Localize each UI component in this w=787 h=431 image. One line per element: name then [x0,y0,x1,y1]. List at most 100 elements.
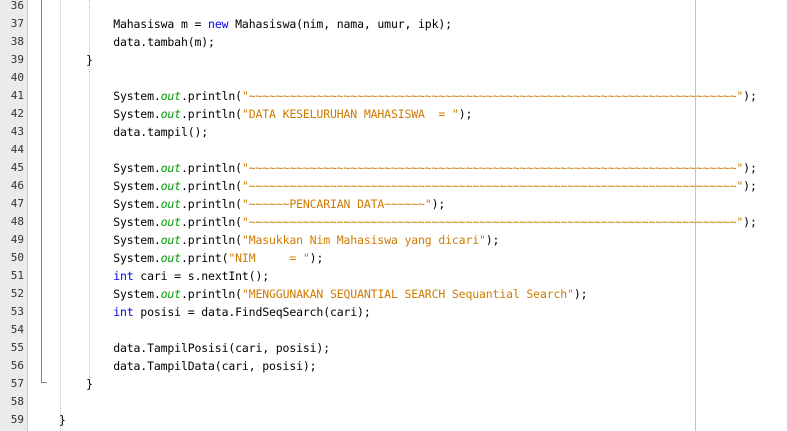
string-token: "MENGGUNAKAN SEQUANTIAL SEARCH Sequantia… [241,287,574,301]
code-line[interactable]: 46 System.out.println("~~~~~~~~~~~~~~~~~… [0,177,787,195]
code-line[interactable]: 59} [0,411,787,429]
code-line[interactable]: 49 System.out.println("Masukkan Nim Maha… [0,231,787,249]
code-token: .println( [180,233,242,247]
field-token: out [160,89,181,103]
code-line[interactable]: 38 data.tambah(m); [0,33,787,51]
code-line[interactable]: 44 [0,141,787,159]
code-line[interactable]: 36 [0,0,787,15]
line-number: 48 [10,215,24,228]
code-token: System. [113,251,161,265]
code-line[interactable]: 40 [0,69,787,87]
code-token: System. [113,233,161,247]
line-number: 41 [10,89,24,102]
string-token: "~~~~~~PENCARIAN DATA~~~~~~" [241,197,432,211]
code-token: } [86,53,93,67]
line-number: 49 [10,233,24,246]
code-lines[interactable]: 36 37 Mahasiswa m = new Mahasiswa(nim, na… [0,0,787,429]
code-line[interactable]: 55 data.TampilPosisi(cari, posisi); [0,339,787,357]
code-token: ); [743,215,757,229]
code-line[interactable]: 42 System.out.println("DATA KESELURUHAN … [0,105,787,123]
line-number: 56 [10,359,24,372]
code-token: System. [113,197,161,211]
line-number: 55 [10,341,24,354]
code-line[interactable]: 57 } [0,375,787,393]
code-line[interactable]: 48 System.out.println("~~~~~~~~~~~~~~~~~… [0,213,787,231]
code-token: System. [113,107,161,121]
string-token: "~~~~~~~~~~~~~~~~~~~~~~~~~~~~~~~~~~~~~~~… [241,179,744,193]
code-token: ); [573,287,588,301]
code-text: Mahasiswa m = new Mahasiswa(nim, nama, u… [59,15,452,33]
code-token: ); [309,251,324,265]
field-token: out [160,287,181,301]
line-number: 39 [10,53,24,66]
code-token: data.tampil(); [113,125,209,139]
code-token: .println( [180,89,242,103]
code-token: data.TampilData(cari, posisi); [113,359,317,373]
code-token: .println( [180,215,242,229]
line-number: 57 [10,377,24,390]
code-token: posisi = data.FindSeqSearch(cari); [133,305,371,319]
code-line[interactable]: 53 int posisi = data.FindSeqSearch(cari)… [0,303,787,321]
field-token: out [160,215,181,229]
code-token: ); [743,89,757,103]
code-text: System.out.println("~~~~~~~~~~~~~~~~~~~~… [59,159,757,177]
keyword-token: int [113,269,134,283]
code-line[interactable]: 52 System.out.println("MENGGUNAKAN SEQUA… [0,285,787,303]
field-token: out [160,197,181,211]
line-number: 51 [10,269,24,282]
keyword-token: int [113,305,134,319]
code-line[interactable]: 45 System.out.println("~~~~~~~~~~~~~~~~~… [0,159,787,177]
code-line[interactable]: 39 } [0,51,787,69]
code-text: System.out.println("DATA KESELURUHAN MAH… [59,105,472,123]
code-line[interactable]: 37 Mahasiswa m = new Mahasiswa(nim, nama… [0,15,787,33]
code-text: System.out.println("Masukkan Nim Mahasis… [59,231,499,249]
field-token: out [160,251,181,265]
code-token: System. [113,89,161,103]
code-line[interactable]: 41 System.out.println("~~~~~~~~~~~~~~~~~… [0,87,787,105]
code-token: Mahasiswa m = [113,17,209,31]
code-line[interactable]: 47 System.out.println("~~~~~~PENCARIAN D… [0,195,787,213]
code-token: data.TampilPosisi(cari, posisi); [113,341,330,355]
code-text: System.out.print("NIM = "); [59,249,323,267]
code-editor[interactable]: 36 37 Mahasiswa m = new Mahasiswa(nim, na… [0,0,787,431]
code-line[interactable]: 50 System.out.print("NIM = "); [0,249,787,267]
string-token: "Masukkan Nim Mahasiswa yang dicari" [241,233,486,247]
field-token: out [160,107,181,121]
code-text: System.out.println("~~~~~~~~~~~~~~~~~~~~… [59,87,757,105]
code-text: System.out.println("~~~~~~PENCARIAN DATA… [59,195,445,213]
line-number: 44 [10,143,24,156]
line-number: 43 [10,125,24,138]
code-token: ); [743,161,757,175]
code-line[interactable]: 54 [0,321,787,339]
line-number: 37 [10,17,24,30]
line-number: 38 [10,35,24,48]
code-text: data.TampilData(cari, posisi); [59,357,316,375]
code-token: .print( [180,251,229,265]
code-text: } [59,51,93,69]
code-token: System. [113,215,161,229]
code-token: System. [113,287,161,301]
code-line[interactable]: 43 data.tampil(); [0,123,787,141]
code-token: .println( [180,287,242,301]
code-text: int posisi = data.FindSeqSearch(cari); [59,303,371,321]
line-number: 42 [10,107,24,120]
code-line[interactable]: 51 int cari = s.nextInt(); [0,267,787,285]
code-line[interactable]: 56 data.TampilData(cari, posisi); [0,357,787,375]
code-line[interactable]: 58 [0,393,787,411]
line-number: 58 [10,395,24,408]
line-number: 45 [10,161,24,174]
code-text: System.out.println("~~~~~~~~~~~~~~~~~~~~… [59,177,757,195]
code-token: ); [743,179,757,193]
code-token: System. [113,179,161,193]
code-token: .println( [180,197,242,211]
